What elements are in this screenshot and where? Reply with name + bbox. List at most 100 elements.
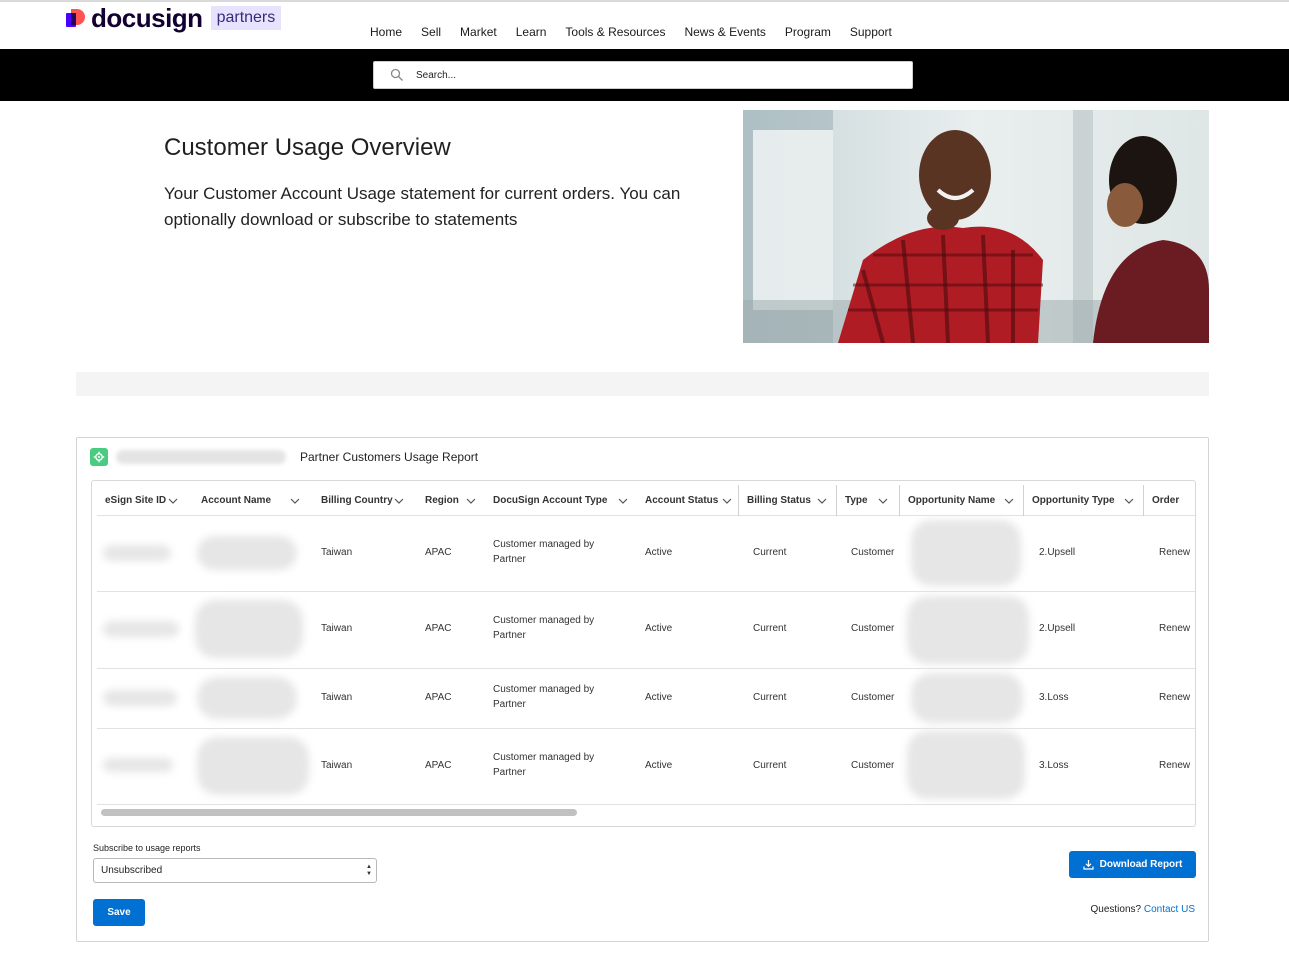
chevron-down-icon[interactable]: [617, 495, 629, 507]
table-row[interactable]: Taiwan APAC Customer managed by Partner A…: [97, 669, 1195, 729]
cell-account-status: Active: [645, 547, 673, 558]
nav-sell[interactable]: Sell: [421, 24, 441, 40]
column-header-docusign-account-type[interactable]: DocuSign Account Type: [485, 485, 637, 516]
cell-region: APAC: [425, 547, 452, 558]
page-title: Customer Usage Overview: [164, 134, 451, 161]
redacted-account-name: [197, 536, 297, 570]
column-header-account-name[interactable]: Account Name: [193, 485, 313, 516]
horizontal-scrollbar[interactable]: [101, 807, 1191, 817]
cell-order: Renew: [1159, 692, 1191, 703]
report-title: Partner Customers Usage Report: [300, 450, 479, 464]
cell-type: Customer: [851, 547, 895, 558]
cell-opportunity-type: 3.Loss: [1039, 692, 1069, 703]
cell-account-type: Customer managed by Partner: [493, 684, 595, 710]
column-header-region[interactable]: Region: [417, 485, 485, 516]
cell-billing-status: Current: [753, 623, 787, 634]
download-icon: [1083, 860, 1094, 870]
save-button[interactable]: Save: [93, 899, 145, 926]
column-header-type[interactable]: Type: [836, 485, 900, 516]
chevron-down-icon[interactable]: [465, 495, 477, 507]
subscribe-select-value: Unsubscribed: [101, 865, 163, 876]
nav-learn[interactable]: Learn: [516, 24, 547, 40]
download-report-button[interactable]: Download Report: [1069, 851, 1196, 878]
cell-opportunity-type: 3.Loss: [1039, 760, 1069, 771]
download-report-label: Download Report: [1099, 859, 1183, 870]
cell-billing-country: Taiwan: [321, 547, 353, 558]
cell-account-type: Customer managed by Partner: [493, 752, 595, 778]
redacted-account-name: [197, 677, 297, 719]
chevron-down-icon[interactable]: [877, 495, 889, 507]
cell-opportunity-type: 2.Upsell: [1039, 547, 1076, 558]
column-header-billing-status[interactable]: Billing Status: [738, 485, 836, 516]
redacted-account-name: [197, 737, 309, 795]
cell-order: Renew: [1159, 760, 1191, 771]
column-header-order[interactable]: Order: [1143, 485, 1195, 516]
nav-market[interactable]: Market: [460, 24, 497, 40]
contact-us-link[interactable]: Contact US: [1144, 904, 1195, 915]
chevron-down-icon[interactable]: [393, 495, 405, 507]
nav-home[interactable]: Home: [370, 24, 402, 40]
cell-account-status: Active: [645, 623, 673, 634]
chevron-down-icon[interactable]: [167, 495, 179, 507]
cell-account-status: Active: [645, 760, 673, 771]
search-input[interactable]: [416, 69, 896, 81]
cell-type: Customer: [851, 692, 895, 703]
cell-billing-country: Taiwan: [321, 623, 353, 634]
nav-news-events[interactable]: News & Events: [684, 24, 765, 40]
table-row[interactable]: Taiwan APAC Customer managed by Partner A…: [97, 516, 1195, 592]
redacted-site-id: [103, 690, 177, 706]
report-header: Partner Customers Usage Report: [90, 448, 478, 466]
cell-region: APAC: [425, 692, 452, 703]
partner-name-redacted: [116, 450, 286, 464]
nav-support[interactable]: Support: [850, 24, 892, 40]
redacted-opportunity-name: [911, 673, 1023, 723]
chevron-down-icon[interactable]: [1123, 495, 1135, 507]
report-table: eSign Site ID Account Name Billing Count…: [91, 480, 1196, 827]
cell-billing-status: Current: [753, 692, 787, 703]
cell-billing-country: Taiwan: [321, 692, 353, 703]
gear-icon: [90, 448, 108, 466]
cell-billing-status: Current: [753, 547, 787, 558]
cell-type: Customer: [851, 760, 895, 771]
search-icon: [390, 68, 403, 81]
table-row[interactable]: Taiwan APAC Customer managed by Partner A…: [97, 729, 1195, 805]
redacted-site-id: [103, 545, 171, 561]
chevron-down-icon[interactable]: [721, 495, 733, 507]
chevron-down-icon[interactable]: [1003, 495, 1015, 507]
column-header-esign-site-id[interactable]: eSign Site ID: [97, 485, 193, 516]
cell-account-type: Customer managed by Partner: [493, 615, 595, 641]
subscribe-label: Subscribe to usage reports: [93, 843, 201, 853]
redacted-opportunity-name: [907, 596, 1029, 664]
nav-program[interactable]: Program: [785, 24, 831, 40]
docusign-logo[interactable]: docusign partners: [66, 4, 282, 32]
main-menu: Home Sell Market Learn Tools & Resources…: [370, 24, 911, 40]
column-header-account-status[interactable]: Account Status: [637, 485, 739, 516]
table-header: eSign Site ID Account Name Billing Count…: [97, 485, 1195, 516]
nav-tools-resources[interactable]: Tools & Resources: [565, 24, 665, 40]
column-header-opportunity-type[interactable]: Opportunity Type: [1023, 485, 1143, 516]
cell-region: APAC: [425, 760, 452, 771]
select-arrows-icon: ▲ ▼: [366, 864, 372, 877]
questions-text: Questions? Contact US: [1090, 904, 1195, 915]
subscribe-select[interactable]: Unsubscribed ▲ ▼: [93, 858, 377, 883]
cell-billing-country: Taiwan: [321, 760, 353, 771]
column-header-billing-country[interactable]: Billing Country: [313, 485, 417, 516]
chevron-down-icon[interactable]: [289, 495, 301, 507]
column-header-opportunity-name[interactable]: Opportunity Name: [899, 485, 1023, 516]
section-divider-bar: [76, 372, 1209, 396]
cell-order: Renew: [1159, 547, 1191, 558]
usage-report-card: Partner Customers Usage Report eSign Sit…: [76, 437, 1209, 942]
cell-account-type: Customer managed by Partner: [493, 539, 595, 565]
table-row[interactable]: Taiwan APAC Customer managed by Partner A…: [97, 592, 1195, 669]
redacted-site-id: [103, 621, 179, 637]
chevron-down-icon[interactable]: [816, 495, 828, 507]
redacted-account-name: [195, 600, 303, 658]
page-description: Your Customer Account Usage statement fo…: [164, 184, 681, 229]
cell-account-status: Active: [645, 692, 673, 703]
cell-order: Renew: [1159, 623, 1191, 634]
redacted-site-id: [103, 758, 173, 772]
scrollbar-thumb[interactable]: [101, 809, 577, 816]
search-box[interactable]: [373, 61, 913, 89]
cell-type: Customer: [851, 623, 895, 634]
redacted-opportunity-name: [907, 731, 1025, 799]
